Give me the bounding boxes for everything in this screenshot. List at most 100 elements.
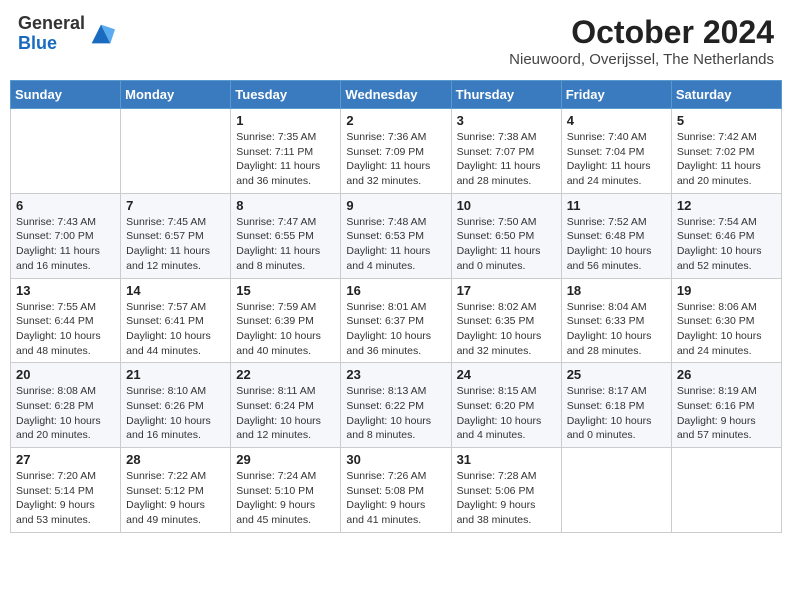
day-detail: Sunrise: 8:13 AM Sunset: 6:22 PM Dayligh… <box>346 384 445 443</box>
page-title: October 2024 <box>509 14 774 51</box>
day-detail: Sunrise: 8:04 AM Sunset: 6:33 PM Dayligh… <box>567 300 666 359</box>
day-of-week-saturday: Saturday <box>671 81 781 109</box>
calendar-cell: 11 Sunrise: 7:52 AM Sunset: 6:48 PM Dayli… <box>561 193 671 278</box>
day-number: 11 <box>567 198 666 213</box>
day-number: 2 <box>346 113 445 128</box>
calendar-cell: 31 Sunrise: 7:28 AM Sunset: 5:06 PM Dayli… <box>451 448 561 533</box>
day-detail: Sunrise: 8:15 AM Sunset: 6:20 PM Dayligh… <box>457 384 556 443</box>
calendar-cell: 21 Sunrise: 8:10 AM Sunset: 6:26 PM Dayli… <box>121 363 231 448</box>
day-of-week-sunday: Sunday <box>11 81 121 109</box>
title-block: October 2024 Nieuwoord, Overijssel, The … <box>509 14 774 68</box>
day-number: 8 <box>236 198 335 213</box>
day-of-week-tuesday: Tuesday <box>231 81 341 109</box>
page-subtitle: Nieuwoord, Overijssel, The Netherlands <box>509 51 774 68</box>
day-detail: Sunrise: 7:22 AM Sunset: 5:12 PM Dayligh… <box>126 469 225 528</box>
calendar-cell: 14 Sunrise: 7:57 AM Sunset: 6:41 PM Dayli… <box>121 278 231 363</box>
calendar-week-3: 13 Sunrise: 7:55 AM Sunset: 6:44 PM Dayli… <box>11 278 782 363</box>
day-detail: Sunrise: 7:24 AM Sunset: 5:10 PM Dayligh… <box>236 469 335 528</box>
day-detail: Sunrise: 7:57 AM Sunset: 6:41 PM Dayligh… <box>126 300 225 359</box>
day-number: 22 <box>236 367 335 382</box>
day-number: 15 <box>236 283 335 298</box>
day-detail: Sunrise: 7:20 AM Sunset: 5:14 PM Dayligh… <box>16 469 115 528</box>
day-detail: Sunrise: 7:40 AM Sunset: 7:04 PM Dayligh… <box>567 130 666 189</box>
day-of-week-monday: Monday <box>121 81 231 109</box>
calendar-table: SundayMondayTuesdayWednesdayThursdayFrid… <box>10 80 782 533</box>
day-number: 30 <box>346 452 445 467</box>
day-detail: Sunrise: 7:54 AM Sunset: 6:46 PM Dayligh… <box>677 215 776 274</box>
calendar-week-1: 1Sunrise: 7:35 AM Sunset: 7:11 PM Daylig… <box>11 109 782 194</box>
day-number: 3 <box>457 113 556 128</box>
day-detail: Sunrise: 8:06 AM Sunset: 6:30 PM Dayligh… <box>677 300 776 359</box>
day-number: 28 <box>126 452 225 467</box>
calendar-cell: 1Sunrise: 7:35 AM Sunset: 7:11 PM Daylig… <box>231 109 341 194</box>
calendar-cell: 30 Sunrise: 7:26 AM Sunset: 5:08 PM Dayli… <box>341 448 451 533</box>
day-detail: Sunrise: 7:59 AM Sunset: 6:39 PM Dayligh… <box>236 300 335 359</box>
day-detail: Sunrise: 7:26 AM Sunset: 5:08 PM Dayligh… <box>346 469 445 528</box>
calendar-cell: 16 Sunrise: 8:01 AM Sunset: 6:37 PM Dayli… <box>341 278 451 363</box>
day-detail: Sunrise: 7:50 AM Sunset: 6:50 PM Dayligh… <box>457 215 556 274</box>
day-number: 24 <box>457 367 556 382</box>
calendar-cell: 6 Sunrise: 7:43 AM Sunset: 7:00 PM Daylig… <box>11 193 121 278</box>
day-number: 16 <box>346 283 445 298</box>
day-detail: Sunrise: 8:10 AM Sunset: 6:26 PM Dayligh… <box>126 384 225 443</box>
day-number: 12 <box>677 198 776 213</box>
calendar-body: 1Sunrise: 7:35 AM Sunset: 7:11 PM Daylig… <box>11 109 782 533</box>
calendar-cell: 29 Sunrise: 7:24 AM Sunset: 5:10 PM Dayli… <box>231 448 341 533</box>
calendar-cell: 27Sunrise: 7:20 AM Sunset: 5:14 PM Dayli… <box>11 448 121 533</box>
day-number: 23 <box>346 367 445 382</box>
calendar-cell: 2 Sunrise: 7:36 AM Sunset: 7:09 PM Daylig… <box>341 109 451 194</box>
calendar-cell <box>671 448 781 533</box>
day-number: 31 <box>457 452 556 467</box>
day-number: 20 <box>16 367 115 382</box>
calendar-cell <box>121 109 231 194</box>
day-number: 9 <box>346 198 445 213</box>
day-detail: Sunrise: 7:38 AM Sunset: 7:07 PM Dayligh… <box>457 130 556 189</box>
calendar-cell: 28 Sunrise: 7:22 AM Sunset: 5:12 PM Dayli… <box>121 448 231 533</box>
calendar-cell: 4 Sunrise: 7:40 AM Sunset: 7:04 PM Daylig… <box>561 109 671 194</box>
calendar-cell: 13 Sunrise: 7:55 AM Sunset: 6:44 PM Dayli… <box>11 278 121 363</box>
days-of-week-row: SundayMondayTuesdayWednesdayThursdayFrid… <box>11 81 782 109</box>
day-detail: Sunrise: 7:48 AM Sunset: 6:53 PM Dayligh… <box>346 215 445 274</box>
calendar-cell: 17Sunrise: 8:02 AM Sunset: 6:35 PM Dayli… <box>451 278 561 363</box>
calendar-cell: 18 Sunrise: 8:04 AM Sunset: 6:33 PM Dayli… <box>561 278 671 363</box>
calendar-cell: 7Sunrise: 7:45 AM Sunset: 6:57 PM Daylig… <box>121 193 231 278</box>
day-number: 18 <box>567 283 666 298</box>
day-number: 19 <box>677 283 776 298</box>
logo-blue-text: Blue <box>18 33 57 53</box>
day-detail: Sunrise: 8:19 AM Sunset: 6:16 PM Dayligh… <box>677 384 776 443</box>
calendar-cell: 26 Sunrise: 8:19 AM Sunset: 6:16 PM Dayli… <box>671 363 781 448</box>
calendar-week-2: 6 Sunrise: 7:43 AM Sunset: 7:00 PM Daylig… <box>11 193 782 278</box>
day-detail: Sunrise: 7:43 AM Sunset: 7:00 PM Dayligh… <box>16 215 115 274</box>
day-number: 29 <box>236 452 335 467</box>
day-detail: Sunrise: 8:17 AM Sunset: 6:18 PM Dayligh… <box>567 384 666 443</box>
day-number: 14 <box>126 283 225 298</box>
day-detail: Sunrise: 8:01 AM Sunset: 6:37 PM Dayligh… <box>346 300 445 359</box>
day-detail: Sunrise: 7:36 AM Sunset: 7:09 PM Dayligh… <box>346 130 445 189</box>
calendar-cell: 12 Sunrise: 7:54 AM Sunset: 6:46 PM Dayli… <box>671 193 781 278</box>
day-detail: Sunrise: 7:42 AM Sunset: 7:02 PM Dayligh… <box>677 130 776 189</box>
day-of-week-thursday: Thursday <box>451 81 561 109</box>
day-number: 21 <box>126 367 225 382</box>
day-detail: Sunrise: 7:47 AM Sunset: 6:55 PM Dayligh… <box>236 215 335 274</box>
calendar-cell: 19 Sunrise: 8:06 AM Sunset: 6:30 PM Dayli… <box>671 278 781 363</box>
day-detail: Sunrise: 8:02 AM Sunset: 6:35 PM Dayligh… <box>457 300 556 359</box>
page-header: General Blue October 2024 Nieuwoord, Ove… <box>10 10 782 72</box>
day-detail: Sunrise: 8:11 AM Sunset: 6:24 PM Dayligh… <box>236 384 335 443</box>
day-number: 6 <box>16 198 115 213</box>
day-number: 7 <box>126 198 225 213</box>
day-detail: Sunrise: 7:55 AM Sunset: 6:44 PM Dayligh… <box>16 300 115 359</box>
logo-icon <box>87 20 115 48</box>
day-detail: Sunrise: 8:08 AM Sunset: 6:28 PM Dayligh… <box>16 384 115 443</box>
calendar-cell: 9 Sunrise: 7:48 AM Sunset: 6:53 PM Daylig… <box>341 193 451 278</box>
day-detail: Sunrise: 7:28 AM Sunset: 5:06 PM Dayligh… <box>457 469 556 528</box>
day-number: 13 <box>16 283 115 298</box>
day-detail: Sunrise: 7:52 AM Sunset: 6:48 PM Dayligh… <box>567 215 666 274</box>
day-number: 26 <box>677 367 776 382</box>
day-of-week-wednesday: Wednesday <box>341 81 451 109</box>
calendar-cell: 15 Sunrise: 7:59 AM Sunset: 6:39 PM Dayli… <box>231 278 341 363</box>
day-of-week-friday: Friday <box>561 81 671 109</box>
logo-general-text: General <box>18 13 85 33</box>
day-number: 4 <box>567 113 666 128</box>
calendar-cell <box>11 109 121 194</box>
calendar-cell <box>561 448 671 533</box>
